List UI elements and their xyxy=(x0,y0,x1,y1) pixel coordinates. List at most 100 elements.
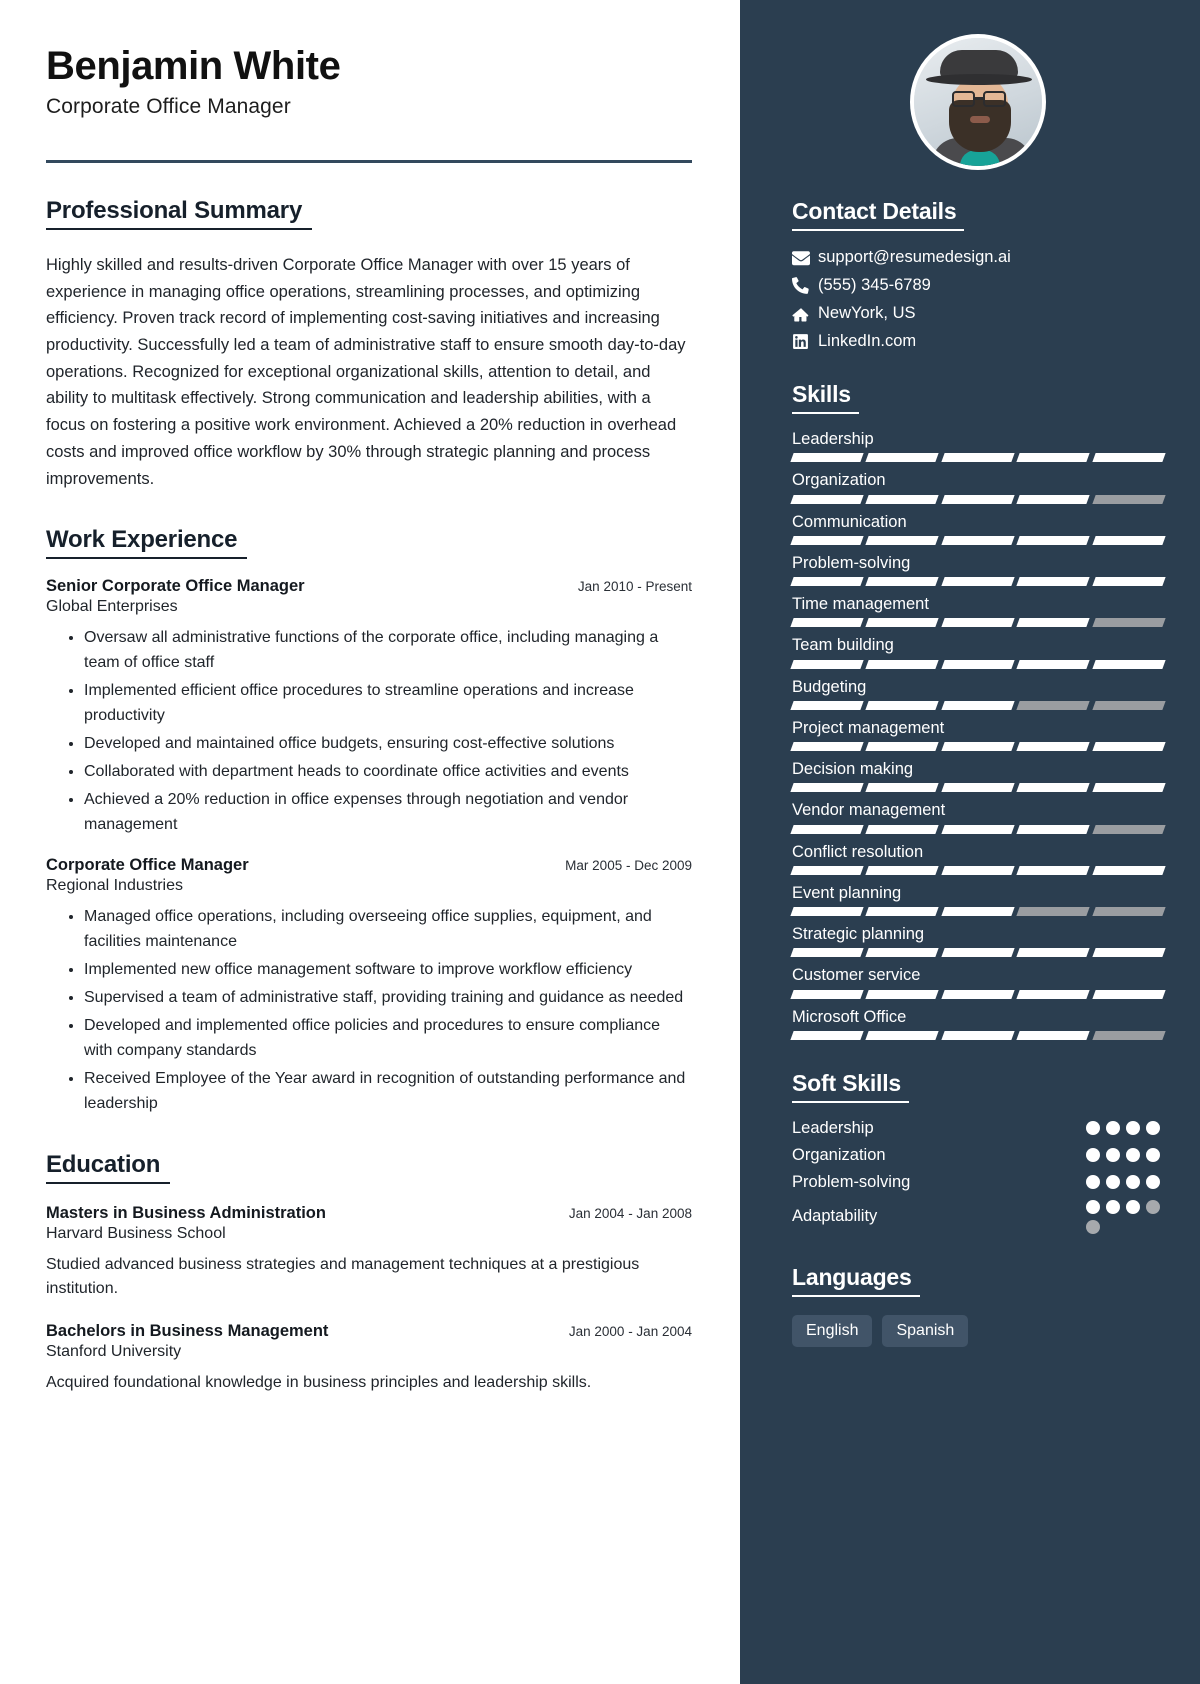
soft-skill-dot xyxy=(1146,1199,1160,1214)
section-professional-summary: Professional Summary Highly skilled and … xyxy=(46,197,692,492)
skill-label: Project management xyxy=(792,718,945,737)
skill-label: Event planning xyxy=(792,883,902,902)
job-bullet: Oversaw all administrative functions of … xyxy=(84,626,692,676)
language-chip[interactable]: English xyxy=(792,1314,873,1347)
skill-bar-segment xyxy=(865,494,940,504)
avatar-glasses-bridge xyxy=(975,97,983,100)
skill-bar-segment xyxy=(1016,948,1091,958)
skill-level-bar xyxy=(790,989,1166,999)
skill-label: Team building xyxy=(792,636,894,655)
skill-bar-segment xyxy=(1091,783,1166,793)
sidebar-section-languages: Languages English Spanish xyxy=(792,1264,1164,1347)
skill-bar-segment xyxy=(790,535,865,545)
skill-level-bar xyxy=(790,1030,1166,1040)
skill-item: Problem-solving xyxy=(790,552,1166,587)
skill-label: Microsoft Office xyxy=(792,1007,907,1026)
skill-bar-segment xyxy=(1016,659,1091,669)
skill-level-bar xyxy=(790,742,1166,752)
skill-level-bar xyxy=(790,700,1166,710)
skill-bar-segment xyxy=(1091,865,1166,875)
skill-bar-segment xyxy=(790,453,865,463)
skill-level-bar xyxy=(790,618,1166,628)
skill-bar-segment xyxy=(790,700,865,710)
skill-bar-segment xyxy=(1016,783,1091,793)
page-title: Benjamin White xyxy=(46,44,341,88)
soft-skills-list: Leadership Organization Problem-solving Ada… xyxy=(792,1119,1164,1234)
skill-bar-segment xyxy=(941,453,1015,463)
skill-bar-segment xyxy=(1091,700,1166,710)
contact-item[interactable]: support@resumedesign.ai xyxy=(792,248,1164,267)
language-chip[interactable]: Spanish xyxy=(882,1314,969,1347)
skill-level-bar xyxy=(790,783,1166,793)
soft-skill-dot xyxy=(1146,1121,1160,1136)
soft-skill-dot xyxy=(1086,1199,1100,1214)
skill-bar-segment xyxy=(1016,907,1091,917)
skill-item: Decision making xyxy=(790,758,1166,793)
skill-bar-segment xyxy=(1091,659,1166,669)
work-experience-item: Corporate Office Manager Mar 2005 - Dec 2… xyxy=(46,856,692,1117)
skill-bar-segment xyxy=(941,742,1015,752)
contact-value: (555) 345-6789 xyxy=(818,276,931,294)
skill-label: Decision making xyxy=(792,760,914,779)
soft-skill-dot xyxy=(1106,1175,1120,1190)
skill-bar-segment xyxy=(865,948,940,958)
skill-label: Organization xyxy=(792,471,886,490)
soft-skill-dot xyxy=(1086,1219,1100,1234)
skill-bar-segment xyxy=(790,989,865,999)
skill-bar-segment xyxy=(865,907,940,917)
contact-value: LinkedIn.com xyxy=(818,332,917,350)
contact-item[interactable]: NewYork, US xyxy=(792,304,1164,323)
job-header-row: Senior Corporate Office Manager Jan 2010 … xyxy=(46,577,692,596)
skill-bar-segment xyxy=(1016,618,1091,628)
job-bullet: Received Employee of the Year award in r… xyxy=(84,1067,692,1117)
skill-bar-segment xyxy=(865,865,940,875)
section-heading-work: Work Experience xyxy=(46,526,248,560)
job-role: Senior Corporate Office Manager xyxy=(46,577,305,596)
soft-skill-item: Organization xyxy=(792,1146,1164,1165)
avatar-glasses-left xyxy=(952,91,975,107)
education-header-row: Masters in Business Administration Jan 20… xyxy=(46,1204,692,1223)
skill-bar-segment xyxy=(1016,742,1091,752)
phone-icon xyxy=(792,277,818,294)
skill-level-bar xyxy=(790,535,1166,545)
education-description: Acquired foundational knowledge in busin… xyxy=(46,1374,592,1392)
soft-skill-item: Leadership xyxy=(792,1119,1164,1138)
skill-bar-segment xyxy=(790,618,865,628)
skill-bar-segment xyxy=(1016,824,1091,834)
avatar-hat-brim xyxy=(926,74,1032,85)
sidebar-section-contact: Contact Details support@resumedesign.ai (… xyxy=(792,198,1164,351)
soft-skill-dot xyxy=(1086,1175,1100,1190)
skill-item: Microsoft Office xyxy=(790,1006,1166,1040)
contact-list: support@resumedesign.ai (555) 345-6789 New… xyxy=(792,248,1164,351)
soft-skill-dot xyxy=(1106,1199,1120,1214)
soft-skill-dot xyxy=(1126,1148,1140,1163)
skill-bar-segment xyxy=(1016,535,1091,545)
contact-item[interactable]: (555) 345-6789 xyxy=(792,276,1164,295)
contact-item[interactable]: LinkedIn.com xyxy=(792,332,1164,351)
education-date-range: Jan 2004 - Jan 2008 xyxy=(568,1205,692,1221)
skill-bar-segment xyxy=(790,1030,865,1040)
skill-bar-segment xyxy=(1091,907,1166,917)
section-heading-education: Education xyxy=(46,1151,171,1184)
soft-skill-dots xyxy=(1086,1175,1164,1190)
avatar-shirt xyxy=(960,150,1000,166)
skill-bar-segment xyxy=(1016,577,1091,587)
section-education: Education Masters in Business Administra… xyxy=(46,1151,692,1396)
soft-skill-dots xyxy=(1086,1199,1164,1234)
skill-bar-segment xyxy=(790,948,865,958)
skill-item: Strategic planning xyxy=(790,923,1166,958)
skill-label: Communication xyxy=(792,512,907,531)
skill-bar-segment xyxy=(1091,824,1166,834)
job-role: Corporate Office Manager xyxy=(46,855,249,874)
skill-bar-segment xyxy=(1091,1030,1166,1040)
skill-bar-segment xyxy=(865,783,940,793)
skill-label: Strategic planning xyxy=(792,925,925,944)
avatar xyxy=(910,34,1046,170)
skill-bar-segment xyxy=(941,783,1015,793)
avatar-container xyxy=(792,34,1164,170)
skill-bar-segment xyxy=(941,700,1015,710)
skill-bar-segment xyxy=(865,742,940,752)
skill-bar-segment xyxy=(1091,535,1166,545)
skill-bar-segment xyxy=(941,1030,1015,1040)
skill-bar-segment xyxy=(1091,948,1166,958)
